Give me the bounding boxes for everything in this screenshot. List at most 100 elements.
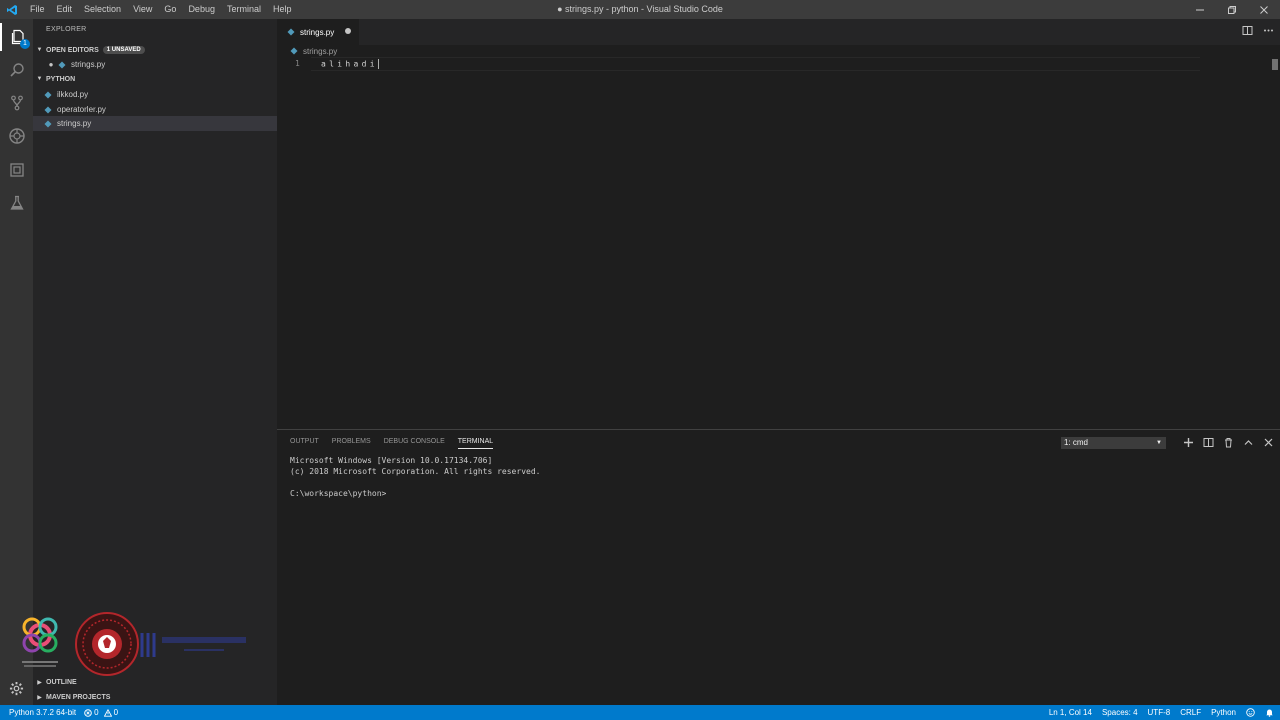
search-activity-button[interactable] bbox=[0, 56, 33, 84]
feedback-button[interactable] bbox=[1246, 708, 1255, 717]
error-count: 0 bbox=[94, 708, 99, 717]
status-left: Python 3.7.2 64-bit 0 0 bbox=[0, 708, 118, 717]
chevron-down-icon: ▼ bbox=[36, 47, 43, 53]
more-actions-button[interactable] bbox=[1263, 25, 1274, 36]
editor-actions bbox=[1242, 25, 1274, 36]
close-icon bbox=[1264, 438, 1273, 447]
status-bar: Python 3.7.2 64-bit 0 0 Ln 1, Col 14 Spa… bbox=[0, 705, 1280, 720]
split-terminal-button[interactable] bbox=[1203, 437, 1214, 448]
file-label: ilkkod.py bbox=[57, 90, 89, 99]
title-bar: File Edit Selection View Go Debug Termin… bbox=[0, 0, 1280, 19]
activity-bar: 1 bbox=[0, 19, 33, 705]
restore-button[interactable] bbox=[1216, 0, 1248, 19]
problems-status[interactable]: 0 0 bbox=[84, 708, 118, 717]
smiley-icon bbox=[1246, 708, 1255, 717]
folder-label: PYTHON bbox=[46, 75, 76, 83]
tab-debug-console[interactable]: DEBUG CONSOLE bbox=[384, 438, 445, 449]
split-terminal-icon bbox=[1203, 438, 1214, 447]
tab-label: strings.py bbox=[300, 27, 335, 37]
editor-tabs: strings.py bbox=[277, 19, 1280, 45]
open-editor-item-strings[interactable]: ● strings.py bbox=[33, 57, 277, 72]
flask-icon bbox=[9, 195, 24, 210]
test-activity-button[interactable] bbox=[0, 189, 33, 217]
debug-activity-button[interactable] bbox=[0, 122, 33, 150]
menu-view[interactable]: View bbox=[127, 0, 158, 19]
watermark-logos bbox=[16, 611, 256, 677]
file-item-operatorler[interactable]: operatorler.py bbox=[33, 102, 277, 117]
close-window-button[interactable] bbox=[1248, 0, 1280, 19]
tab-terminal[interactable]: TERMINAL bbox=[457, 438, 494, 449]
extensions-activity-button[interactable] bbox=[0, 156, 33, 184]
chevron-right-icon: ▶ bbox=[37, 679, 42, 686]
encoding-status[interactable]: UTF-8 bbox=[1148, 708, 1171, 717]
outline-label: OUTLINE bbox=[46, 678, 77, 686]
code-editor[interactable]: 1 alihadi bbox=[277, 57, 1280, 429]
menu-bar: File Edit Selection View Go Debug Termin… bbox=[24, 0, 298, 19]
university-logo-icon bbox=[140, 633, 246, 657]
extensions-icon bbox=[9, 163, 24, 177]
current-line-highlight bbox=[311, 57, 1200, 71]
indentation-status[interactable]: Spaces: 4 bbox=[1102, 708, 1138, 717]
maven-projects-header[interactable]: ▶ MAVEN PROJECTS bbox=[33, 690, 277, 704]
breadcrumb-label: strings.py bbox=[303, 46, 338, 56]
split-editor-icon bbox=[1242, 26, 1253, 35]
menu-go[interactable]: Go bbox=[158, 0, 182, 19]
unsaved-dot-icon[interactable] bbox=[345, 28, 351, 34]
new-terminal-button[interactable] bbox=[1183, 437, 1194, 448]
menu-edit[interactable]: Edit bbox=[51, 0, 79, 19]
maximize-panel-button[interactable] bbox=[1243, 437, 1254, 448]
terminal-select-value: 1: cmd bbox=[1064, 438, 1089, 447]
python-file-icon bbox=[288, 45, 300, 57]
trash-icon bbox=[1225, 438, 1232, 448]
language-mode-status[interactable]: Python bbox=[1211, 708, 1236, 717]
notifications-button[interactable] bbox=[1265, 708, 1274, 717]
ellipsis-icon bbox=[1264, 29, 1273, 32]
eol-status[interactable]: CRLF bbox=[1180, 708, 1201, 717]
line-number: 1 bbox=[295, 59, 300, 68]
manage-button[interactable] bbox=[0, 676, 33, 700]
editor-scrollbar[interactable] bbox=[1272, 59, 1278, 70]
tab-problems[interactable]: PROBLEMS bbox=[332, 438, 371, 449]
terminal-select[interactable]: 1: cmd ▼ bbox=[1061, 437, 1166, 449]
tab-output[interactable]: OUTPUT bbox=[290, 438, 319, 449]
terminal-output[interactable]: Microsoft Windows [Version 10.0.17134.70… bbox=[290, 455, 540, 499]
open-editor-label: strings.py bbox=[71, 60, 106, 69]
chevron-down-icon: ▼ bbox=[1156, 440, 1162, 446]
file-item-strings[interactable]: strings.py bbox=[33, 116, 277, 131]
source-control-activity-button[interactable] bbox=[0, 89, 33, 117]
split-editor-button[interactable] bbox=[1242, 25, 1253, 36]
explorer-sidebar: EXPLORER ▼ OPEN EDITORS 1 UNSAVED ● stri… bbox=[33, 19, 277, 705]
menu-terminal[interactable]: Terminal bbox=[221, 0, 267, 19]
menu-debug[interactable]: Debug bbox=[182, 0, 221, 19]
python-interpreter-status[interactable]: Python 3.7.2 64-bit bbox=[9, 708, 76, 717]
menu-file[interactable]: File bbox=[24, 0, 51, 19]
file-label: operatorler.py bbox=[57, 105, 106, 114]
breadcrumb[interactable]: strings.py bbox=[288, 45, 337, 57]
cursor-position-status[interactable]: Ln 1, Col 14 bbox=[1049, 708, 1092, 717]
python-folder-header[interactable]: ▼ PYTHON bbox=[33, 72, 277, 86]
menu-selection[interactable]: Selection bbox=[78, 0, 127, 19]
file-item-ilkkod[interactable]: ilkkod.py bbox=[33, 87, 277, 102]
chevron-down-icon: ▼ bbox=[36, 76, 43, 82]
python-file-icon bbox=[56, 59, 68, 71]
gear-icon bbox=[9, 681, 24, 695]
search-icon bbox=[9, 63, 24, 77]
modified-dot-icon[interactable]: ● bbox=[46, 60, 56, 69]
code-line[interactable]: alihadi bbox=[321, 59, 379, 69]
menu-help[interactable]: Help bbox=[267, 0, 298, 19]
python-file-icon bbox=[285, 26, 297, 38]
warning-icon bbox=[103, 708, 112, 717]
minimize-button[interactable] bbox=[1184, 0, 1216, 19]
chevron-up-icon bbox=[1244, 440, 1253, 445]
close-panel-button[interactable] bbox=[1263, 437, 1274, 448]
outline-header[interactable]: ▶ OUTLINE bbox=[33, 675, 277, 689]
kill-terminal-button[interactable] bbox=[1223, 437, 1234, 448]
restore-icon bbox=[1228, 5, 1236, 14]
open-editors-header[interactable]: ▼ OPEN EDITORS 1 UNSAVED bbox=[33, 43, 277, 57]
explorer-badge: 1 bbox=[20, 39, 30, 49]
python-file-icon bbox=[42, 104, 54, 116]
bottom-panel: OUTPUT PROBLEMS DEBUG CONSOLE TERMINAL 1… bbox=[277, 429, 1280, 705]
explorer-activity-button[interactable]: 1 bbox=[0, 23, 33, 51]
tab-strings-py[interactable]: strings.py bbox=[277, 19, 359, 45]
code-text: alihadi bbox=[321, 59, 378, 69]
